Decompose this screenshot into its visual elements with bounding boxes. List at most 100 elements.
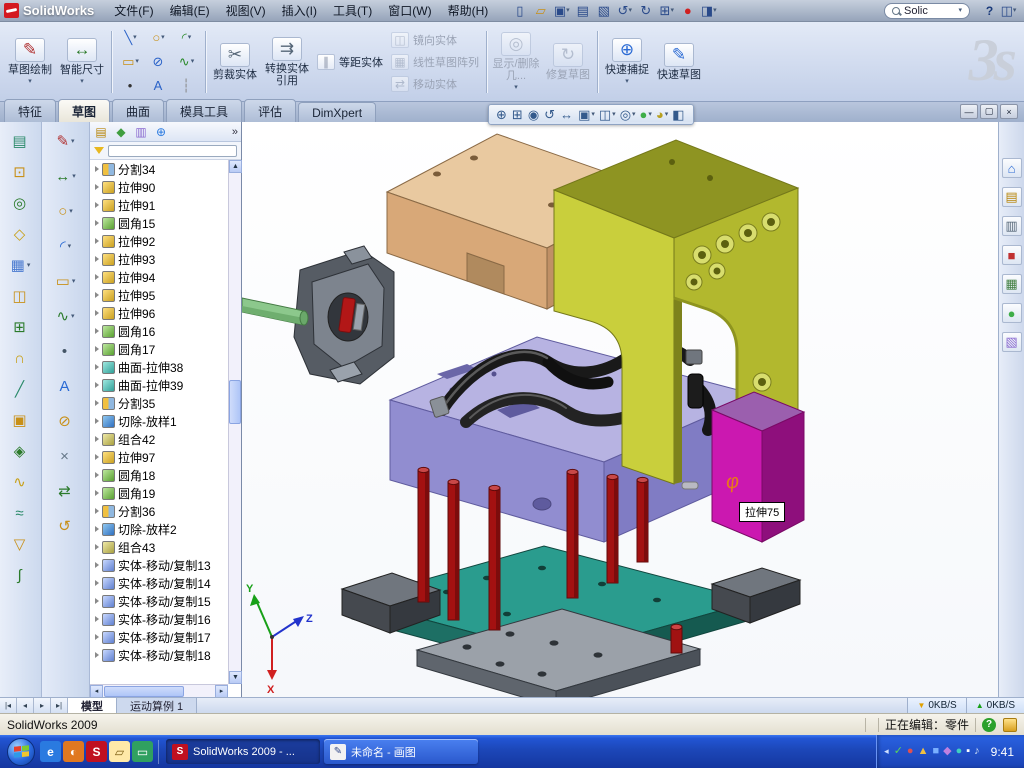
tree-item[interactable]: 圆角15 (90, 214, 228, 232)
tree-item[interactable]: 切除-放样1 (90, 412, 228, 430)
ime-tray-icon[interactable]: ◆ (943, 746, 951, 757)
tree-filter-input[interactable] (108, 145, 237, 157)
move-entities-button[interactable]: ⇄ 移动实体 (391, 74, 479, 93)
tree-item[interactable]: 拉伸91 (90, 196, 228, 214)
rectangle-entity-icon[interactable]: ▭▾ (52, 270, 79, 292)
text-entity-icon[interactable]: A (52, 375, 79, 397)
expand-arrow-icon[interactable] (95, 634, 99, 640)
mirror-entities-button[interactable]: ◫ 镜向实体 (391, 30, 479, 49)
tree-item[interactable]: 分割35 (90, 394, 228, 412)
expand-arrow-icon[interactable] (95, 454, 99, 460)
propertymanager-tab-icon[interactable]: ◆ (113, 124, 129, 140)
smart-dimension-icon[interactable]: ↔▾ (52, 165, 79, 187)
tree-item[interactable]: 圆角19 (90, 484, 228, 502)
toolbox-icon[interactable]: ■ (1002, 245, 1022, 265)
start-button[interactable] (7, 738, 35, 766)
menu-item[interactable]: 编辑(E) (162, 0, 218, 22)
pattern-tool-icon[interactable]: ▦▾ (7, 254, 34, 276)
ellipse-entity-icon[interactable]: ⊘ (52, 410, 79, 432)
graphics-area[interactable]: φ (242, 122, 998, 697)
expand-arrow-icon[interactable] (95, 652, 99, 658)
scroll-up-icon[interactable]: ▲ (229, 160, 242, 173)
tree-item[interactable]: 分割36 (90, 502, 228, 520)
menu-item[interactable]: 窗口(W) (380, 0, 439, 22)
tree-vertical-scrollbar[interactable]: ▲ ▼ (228, 160, 241, 684)
command-tab[interactable]: 曲面 (112, 99, 164, 122)
print-preview-icon[interactable]: ▧ (594, 2, 613, 20)
expand-arrow-icon[interactable] (95, 220, 99, 226)
doc-close-button[interactable]: × (1000, 104, 1018, 119)
expand-arrow-icon[interactable] (95, 544, 99, 550)
update-tray-icon[interactable]: ▲ (918, 746, 929, 757)
rib-tool-icon[interactable]: ◫ (7, 285, 34, 307)
new-document-icon[interactable]: ▯ (510, 2, 529, 20)
doc-restore-button[interactable]: ▢ (980, 104, 998, 119)
manager-overflow-button[interactable]: » (232, 126, 238, 138)
configurationmanager-tab-icon[interactable]: ▥ (133, 124, 149, 140)
sheet-nav-button[interactable]: ◂ (17, 698, 34, 713)
tree-item[interactable]: 实体-移动/复制16 (90, 610, 228, 628)
menu-item[interactable]: 文件(F) (106, 0, 161, 22)
sketch-button[interactable]: ✎ 草图绘制 ▾ (4, 34, 56, 89)
expand-arrow-icon[interactable] (95, 616, 99, 622)
hole-wizard-icon[interactable]: ▣ (7, 409, 34, 431)
tree-item[interactable]: 圆角16 (90, 322, 228, 340)
browser-icon[interactable]: e (40, 741, 61, 762)
taskbar-task-paint[interactable]: ✎ 未命名 - 画图 (324, 739, 478, 764)
expand-arrow-icon[interactable] (95, 598, 99, 604)
tree-item[interactable]: 圆角18 (90, 466, 228, 484)
expand-arrow-icon[interactable] (95, 292, 99, 298)
3d-model[interactable]: φ (242, 122, 998, 697)
sketch-entities-icon[interactable]: ✎▾ (52, 130, 79, 152)
command-tab[interactable]: 特征 (4, 99, 56, 122)
tree-item[interactable]: 曲面-拉伸39 (90, 376, 228, 394)
edit-appearance-icon[interactable]: ●▾ (639, 107, 653, 122)
trim-entity-icon[interactable]: × (52, 445, 79, 467)
menu-item[interactable]: 视图(V) (218, 0, 274, 22)
command-tab[interactable]: DimXpert (298, 102, 376, 122)
select-tool-icon[interactable]: ▤ (7, 130, 34, 152)
network-tray-icon[interactable]: ■ (932, 746, 939, 757)
expand-arrow-icon[interactable] (95, 346, 99, 352)
zoom-inout-icon[interactable]: ◉ (527, 107, 541, 123)
doc-minimize-button[interactable]: — (960, 104, 978, 119)
redo-icon[interactable]: ↻ (636, 2, 655, 20)
status-help-icon[interactable]: ? (982, 718, 996, 732)
rebuild-icon[interactable]: ● (678, 2, 697, 20)
apply-scene-icon[interactable]: ◕▾ (655, 107, 669, 122)
wrap-tool-icon[interactable]: ≈ (7, 502, 34, 524)
command-tab[interactable]: 模具工具 (166, 99, 242, 122)
spline-entity-icon[interactable]: ∿▾ (52, 305, 79, 327)
tray-collapse-icon[interactable]: ◂ (884, 746, 889, 757)
tree-item[interactable]: 实体-移动/复制14 (90, 574, 228, 592)
zoom-fit-icon[interactable]: ⊕ (495, 107, 509, 123)
offset-entity-icon[interactable]: ↺ (52, 515, 79, 537)
expand-arrow-icon[interactable] (95, 472, 99, 478)
point-entity-icon[interactable]: • (52, 340, 79, 362)
part-clamp[interactable] (294, 246, 394, 384)
file-explorer-icon[interactable]: ▥ (1002, 216, 1022, 236)
fillet-tool-icon[interactable]: ∩ (7, 347, 34, 369)
arc-entity-icon[interactable]: ◜▾ (52, 235, 79, 257)
expand-arrow-icon[interactable] (95, 310, 99, 316)
sheet-nav-button[interactable]: |◂ (0, 698, 17, 713)
chamfer-tool-icon[interactable]: ╱ (7, 378, 34, 400)
tree-item[interactable]: 实体-移动/复制17 (90, 628, 228, 646)
solidworks-quick-icon[interactable]: S (86, 741, 107, 762)
featuremanager-tab-icon[interactable]: ▤ (93, 124, 109, 140)
display-style-icon[interactable]: ◫▾ (598, 107, 617, 123)
undo-icon[interactable]: ↺▾ (615, 2, 634, 20)
menu-item[interactable]: 帮助(H) (440, 0, 497, 22)
quick-snaps-button[interactable]: ⊕ 快速捕捉 ▾ (601, 34, 653, 89)
home-icon[interactable]: ⌂ (1002, 158, 1022, 178)
save-icon[interactable]: ▣▾ (552, 2, 571, 20)
command-tab[interactable]: 评估 (244, 99, 296, 122)
tree-item[interactable]: 拉伸95 (90, 286, 228, 304)
media-icon[interactable]: ◐ (63, 741, 84, 762)
scroll-down-icon[interactable]: ▼ (229, 671, 242, 684)
trim-entities-button[interactable]: ✂ 剪裁实体 (209, 39, 261, 85)
rectangle-tool-icon[interactable]: ▭▾ (117, 50, 144, 73)
expand-arrow-icon[interactable] (95, 166, 99, 172)
line-tool-icon[interactable]: ╲▾ (117, 26, 144, 49)
draft-tool-icon[interactable]: ◈ (7, 440, 34, 462)
